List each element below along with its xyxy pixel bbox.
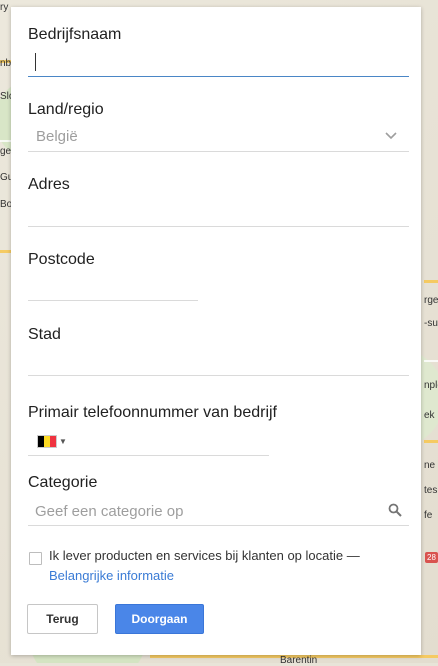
address-input[interactable] — [28, 226, 409, 227]
service-area-text: Ik lever producten en services bij klant… — [49, 548, 360, 563]
company-name-label: Bedrijfsnaam — [28, 26, 122, 43]
map-label: ek — [424, 410, 435, 421]
city-label: Stad — [28, 326, 61, 343]
continue-button[interactable]: Doorgaan — [115, 604, 204, 634]
map-road-badge: 28 — [425, 552, 438, 563]
business-form-panel: Bedrijfsnaam Land/regio België Adres Pos… — [11, 7, 421, 655]
map-label: ry — [0, 2, 9, 13]
postcode-input[interactable] — [28, 300, 198, 301]
map-label: ge — [0, 146, 12, 157]
country-select-value[interactable]: België — [36, 128, 78, 145]
caret-down-icon[interactable]: ▼ — [59, 437, 67, 446]
city-input[interactable] — [28, 375, 409, 376]
company-name-input[interactable] — [28, 76, 409, 77]
map-label: tes — [424, 485, 438, 496]
category-underline — [28, 525, 409, 526]
map-label: nple — [424, 380, 438, 391]
map-label: Barentin — [280, 655, 318, 666]
chevron-down-icon[interactable] — [385, 129, 397, 143]
address-label: Adres — [28, 176, 70, 193]
map-road — [424, 440, 438, 443]
country-label: Land/regio — [28, 101, 104, 118]
map-road — [424, 360, 438, 362]
postcode-label: Postcode — [28, 251, 95, 268]
map-label: rge — [424, 295, 438, 306]
map-label: ne — [424, 460, 436, 471]
map-label: nb — [0, 58, 12, 69]
phone-label: Primair telefoonnummer van bedrijf — [28, 404, 277, 421]
map-label: -su — [424, 318, 438, 329]
phone-input[interactable] — [28, 455, 269, 456]
service-area-checkbox[interactable] — [29, 552, 42, 565]
belgium-flag-icon[interactable] — [37, 435, 57, 448]
text-caret — [35, 53, 36, 71]
back-button[interactable]: Terug — [27, 604, 98, 634]
important-info-link[interactable]: Belangrijke informatie — [49, 568, 174, 583]
category-label: Categorie — [28, 474, 98, 491]
category-input[interactable]: Geef een categorie op — [35, 503, 183, 520]
map-road — [424, 280, 438, 283]
search-icon[interactable] — [388, 503, 402, 517]
map-label: fe — [424, 510, 433, 521]
country-select[interactable] — [28, 151, 409, 152]
